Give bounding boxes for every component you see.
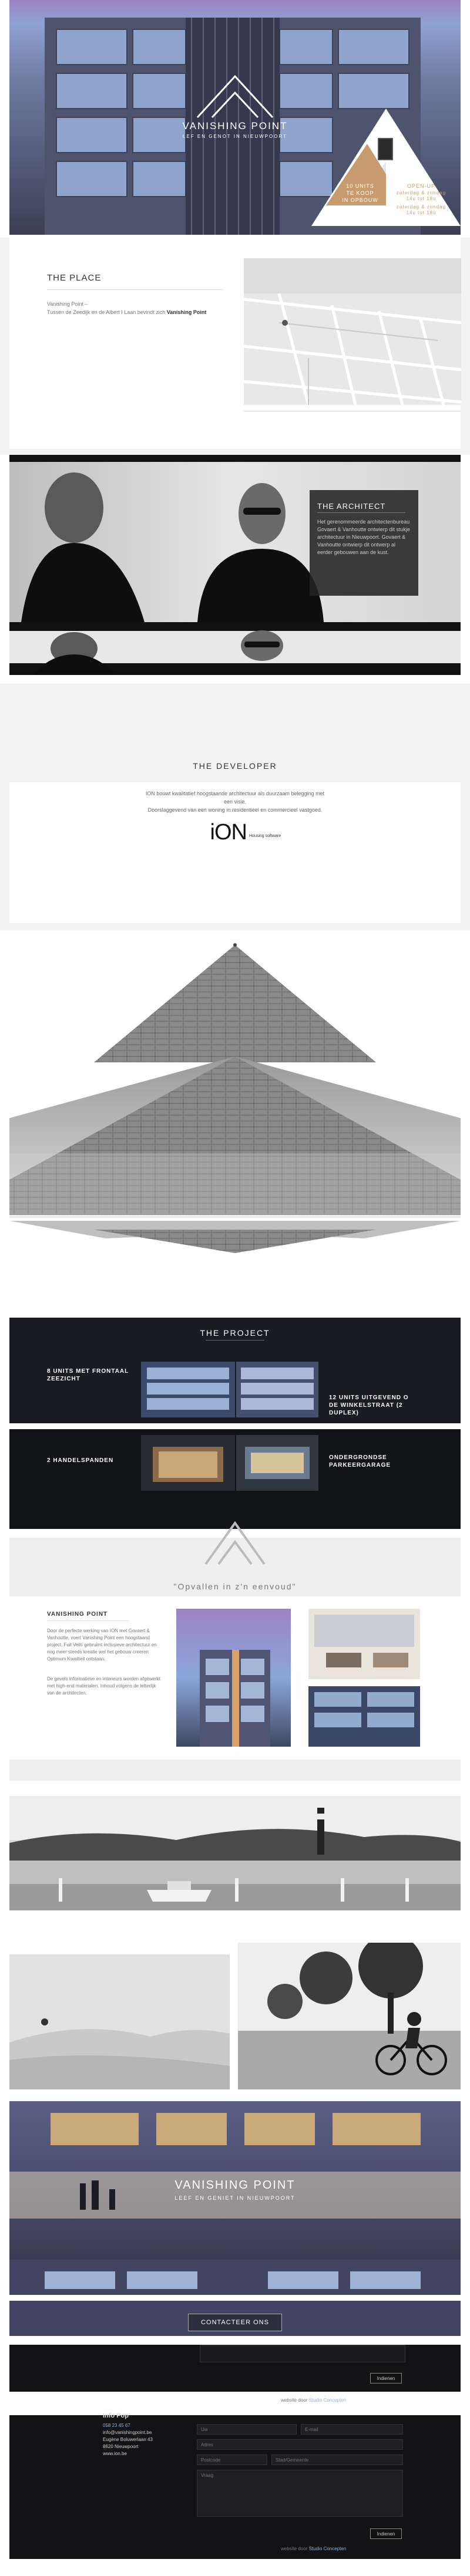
contact-banner-subtitle: LEEF EN GENIET IN NIEUWPOORT xyxy=(174,2195,296,2201)
developer-title: THE DEVELOPER xyxy=(193,761,277,771)
pier-photo xyxy=(0,933,470,1315)
page: VANISHING POINT LEF EN GENOT IN NIEUWPOO… xyxy=(0,0,470,2576)
architect-section: THE ARCHITECT Het gerenommeerde architec… xyxy=(0,455,470,675)
developer-body-line1: ION bouwt kwalitatief hoogstaande archit… xyxy=(145,791,325,796)
pier-section xyxy=(0,933,470,1315)
address-field[interactable] xyxy=(197,2439,403,2450)
project-feature-1: 8 UNITS MET FRONTAAL ZEEZICHT xyxy=(47,1368,129,1382)
footer2-credit-link[interactable]: Studio Concepten xyxy=(309,2546,347,2551)
slogan-section: "Opvallen in z'n eenvoud" xyxy=(0,1505,470,1599)
vp-title: VANISHING POINT xyxy=(47,1611,108,1618)
architect-title: THE ARCHITECT xyxy=(317,502,386,511)
message-field[interactable] xyxy=(197,2470,403,2517)
vp-facade-image xyxy=(308,1686,420,1747)
email-field[interactable] xyxy=(301,2424,403,2435)
promo-right-line3: 14u tot 18u xyxy=(406,196,437,201)
footer1-credit: website door Studio Concepten xyxy=(281,2398,346,2403)
promo-right-line2: zaterdag & zondag xyxy=(396,190,446,195)
footer2-credit: website door Studio Concepten xyxy=(281,2546,346,2551)
place-line2-strong: Vanishing Point xyxy=(166,309,207,315)
project-feature-3: 2 HANDELSPANDEN xyxy=(47,1457,114,1464)
architect-body: Het gerenommeerde architectenbureau Gova… xyxy=(317,519,410,555)
footer2-submit-button[interactable]: Indienen xyxy=(370,2528,402,2539)
footer1-submit-button[interactable]: Indienen xyxy=(370,2373,402,2383)
harbour-section xyxy=(0,1796,470,1910)
vp-paragraph-2: De gevels informatieve en interieurs wor… xyxy=(47,1676,160,1696)
city-field[interactable] xyxy=(271,2455,403,2465)
vp-section: VANISHING POINT Door de perfecte werking… xyxy=(0,1599,470,1749)
place-title: THE PLACE xyxy=(47,273,102,283)
footer-form-section: Info Pop 058 23 45 67 info@vanishingpoin… xyxy=(0,2412,470,2576)
footer-city: 8620 Nieuwpoort xyxy=(103,2444,139,2449)
promo-right-line4: zaterdag & zondag xyxy=(396,204,446,210)
contact-banner-brand: VANISHING POINT xyxy=(174,2179,296,2192)
project-image-1 xyxy=(141,1362,235,1417)
developer-logo: iON xyxy=(210,820,247,845)
logo-triangle-icon xyxy=(204,1521,266,1565)
place-line1: Vanishing Point – xyxy=(47,301,88,307)
hero-section: VANISHING POINT LEF EN GENOT IN NIEUWPOO… xyxy=(0,0,470,235)
promo-left-line2: TE KOOP xyxy=(346,190,374,196)
place-line2: Tussen de Zeedijk en de Albert I Laan be… xyxy=(47,309,206,315)
footer-email: info@vanishingpoint.be xyxy=(103,2430,152,2435)
developer-section: THE DEVELOPER ION bouwt kwalitatief hoog… xyxy=(0,684,470,930)
project-section: THE PROJECT 8 UNITS MET FRONTAAL ZEEZICH… xyxy=(0,1318,470,1538)
place-map-pin-icon xyxy=(282,320,288,326)
dunes-section xyxy=(0,1943,470,2089)
project-image-3 xyxy=(141,1435,235,1491)
place-section: THE PLACE Vanishing Point – Tussen de Ze… xyxy=(0,238,470,455)
promo-phone-image xyxy=(378,138,393,160)
promo-left-line1: 10 UNITS xyxy=(346,183,374,189)
footer1-credit-link[interactable]: Studio Concepten xyxy=(309,2398,347,2403)
developer-body-line2: een visie. xyxy=(223,799,247,805)
promo-left-line3: IN OPBOUW xyxy=(342,197,378,203)
vp-building-image xyxy=(176,1609,291,1747)
footer2-credit-prefix: website door xyxy=(281,2546,308,2551)
developer-logo-tag: Housing software xyxy=(249,834,281,838)
footer1-credit-prefix: website door xyxy=(281,2398,308,2403)
cyclist-photo xyxy=(238,1943,461,2089)
contact-us-button[interactable]: CONTACTEER ONS xyxy=(188,2314,282,2331)
vp-paragraph-1: Door de perfecte werking van ION met Gov… xyxy=(47,1628,157,1662)
hero-brand: VANISHING POINT xyxy=(182,120,288,131)
project-feature-4: ONDERGRONDSE PARKEERGARAGE xyxy=(329,1454,391,1468)
project-image-4 xyxy=(236,1435,318,1491)
harbour-photo xyxy=(9,1796,461,1910)
name-field[interactable] xyxy=(197,2424,297,2435)
contact-banner-photo xyxy=(9,2101,461,2336)
project-image-2 xyxy=(236,1362,318,1417)
footer-phone: 058 23 45 67 xyxy=(103,2423,130,2428)
footer-collapsed-section: Indienen website door Studio Concepten xyxy=(0,2345,470,2415)
developer-body-line3: Doorslaggevend van een woning in residen… xyxy=(147,807,323,813)
hero-subtitle: LEF EN GENOT IN NIEUWPOORT xyxy=(183,134,287,139)
promo-right-line1: OPEN-UP xyxy=(407,183,435,189)
dunes-photo xyxy=(9,1954,230,2089)
contact-banner-section: VANISHING POINT LEEF EN GENIET IN NIEUWP… xyxy=(0,2101,470,2336)
promo-right-line5: 14u tot 18u xyxy=(406,210,437,215)
footer-contact-heading: Info Pop xyxy=(103,2412,129,2419)
slogan-text: "Opvallen in z'n eenvoud" xyxy=(173,1582,297,1591)
place-line2-prefix: Tussen de Zeedijk en de Albert I Laan be… xyxy=(47,309,166,315)
vp-interior-image xyxy=(308,1609,420,1679)
place-map xyxy=(244,258,461,405)
project-title: THE PROJECT xyxy=(200,1328,270,1338)
footer-street: Eugène Boluwerlaan 43 xyxy=(103,2437,153,2442)
postal-code-field[interactable] xyxy=(197,2455,267,2465)
footer-site: www.ion.be xyxy=(103,2451,127,2456)
spacer-bar xyxy=(9,1760,461,1781)
project-feature-2: 12 UNITS UITGEVEND O DE WINKELSTRAAT (2 … xyxy=(329,1395,409,1416)
